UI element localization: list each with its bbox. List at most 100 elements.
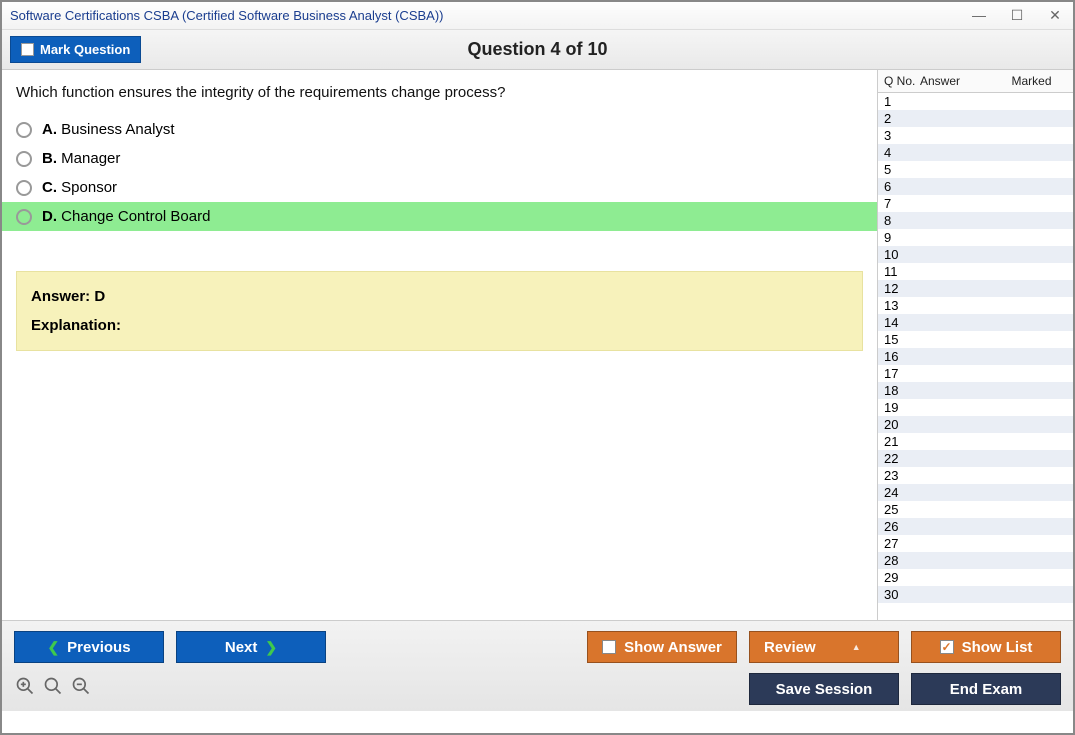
- chevron-right-icon: ❯: [265, 639, 277, 656]
- question-list-row[interactable]: 15: [878, 331, 1073, 348]
- qrow-number: 14: [878, 315, 920, 330]
- qrow-number: 3: [878, 128, 920, 143]
- question-list-panel: Q No. Answer Marked 12345678910111213141…: [877, 70, 1073, 620]
- qrow-number: 18: [878, 383, 920, 398]
- zoom-in-icon[interactable]: [14, 676, 36, 702]
- answer-box: Answer: D Explanation:: [16, 271, 863, 351]
- option-d[interactable]: D. Change Control Board: [2, 202, 877, 231]
- mark-question-label: Mark Question: [40, 42, 130, 57]
- qrow-number: 17: [878, 366, 920, 381]
- mark-question-button[interactable]: Mark Question: [10, 36, 141, 63]
- question-list-row[interactable]: 12: [878, 280, 1073, 297]
- question-list-row[interactable]: 10: [878, 246, 1073, 263]
- previous-button[interactable]: ❮ Previous: [14, 631, 164, 663]
- show-list-label: Show List: [962, 639, 1033, 656]
- option-c[interactable]: C. Sponsor: [2, 173, 877, 202]
- qrow-number: 20: [878, 417, 920, 432]
- next-label: Next: [225, 639, 258, 656]
- minimize-icon[interactable]: —: [969, 7, 989, 24]
- option-text: Business Analyst: [61, 121, 174, 138]
- question-list-row[interactable]: 13: [878, 297, 1073, 314]
- qrow-number: 8: [878, 213, 920, 228]
- question-list-row[interactable]: 27: [878, 535, 1073, 552]
- qrow-number: 19: [878, 400, 920, 415]
- qrow-number: 30: [878, 587, 920, 602]
- question-list-row[interactable]: 26: [878, 518, 1073, 535]
- qrow-number: 6: [878, 179, 920, 194]
- review-label: Review: [764, 639, 816, 656]
- question-list-row[interactable]: 28: [878, 552, 1073, 569]
- qrow-number: 12: [878, 281, 920, 296]
- dropdown-icon: ▲: [852, 642, 861, 652]
- question-list-row[interactable]: 7: [878, 195, 1073, 212]
- question-list-row[interactable]: 21: [878, 433, 1073, 450]
- question-list-row[interactable]: 24: [878, 484, 1073, 501]
- question-list-row[interactable]: 20: [878, 416, 1073, 433]
- zoom-out-icon[interactable]: [70, 676, 92, 702]
- option-label: D. Change Control Board: [42, 208, 210, 225]
- header-qno: Q No.: [878, 74, 920, 88]
- end-exam-button[interactable]: End Exam: [911, 673, 1061, 705]
- question-list-row[interactable]: 3: [878, 127, 1073, 144]
- show-answer-button[interactable]: Show Answer: [587, 631, 737, 663]
- question-list-row[interactable]: 29: [878, 569, 1073, 586]
- question-list-row[interactable]: 22: [878, 450, 1073, 467]
- close-icon[interactable]: ✕: [1045, 7, 1065, 24]
- qrow-number: 11: [878, 264, 920, 279]
- window-titlebar: Software Certifications CSBA (Certified …: [2, 2, 1073, 30]
- question-list-row[interactable]: 9: [878, 229, 1073, 246]
- question-list-row[interactable]: 11: [878, 263, 1073, 280]
- question-list-row[interactable]: 19: [878, 399, 1073, 416]
- option-b[interactable]: B. Manager: [2, 144, 877, 173]
- qrow-number: 10: [878, 247, 920, 262]
- option-text: Manager: [61, 150, 120, 167]
- header-answer: Answer: [920, 74, 990, 88]
- question-counter: Question 4 of 10: [2, 39, 1073, 60]
- top-toolbar: Mark Question Question 4 of 10: [2, 30, 1073, 70]
- question-panel: Which function ensures the integrity of …: [2, 70, 877, 620]
- question-list-scroll[interactable]: 1234567891011121314151617181920212223242…: [878, 93, 1073, 620]
- option-label: C. Sponsor: [42, 179, 117, 196]
- qrow-number: 25: [878, 502, 920, 517]
- option-text: Change Control Board: [61, 208, 210, 225]
- question-list-row[interactable]: 30: [878, 586, 1073, 603]
- question-list-row[interactable]: 8: [878, 212, 1073, 229]
- show-answer-label: Show Answer: [624, 639, 722, 656]
- question-list-row[interactable]: 17: [878, 365, 1073, 382]
- option-letter: B.: [42, 150, 57, 167]
- question-list-row[interactable]: 14: [878, 314, 1073, 331]
- header-marked: Marked: [990, 74, 1073, 88]
- question-list-row[interactable]: 18: [878, 382, 1073, 399]
- radio-icon: [16, 151, 32, 167]
- radio-icon: [16, 180, 32, 196]
- answer-line: Answer: D: [31, 288, 848, 305]
- qrow-number: 23: [878, 468, 920, 483]
- window-title: Software Certifications CSBA (Certified …: [10, 8, 969, 23]
- zoom-reset-icon[interactable]: [42, 676, 64, 702]
- question-list-row[interactable]: 16: [878, 348, 1073, 365]
- next-button[interactable]: Next ❯: [176, 631, 326, 663]
- show-answer-checkbox-icon: [602, 640, 616, 654]
- footer-row-1: ❮ Previous Next ❯ Show Answer Review ▲ ✓…: [14, 631, 1061, 663]
- option-label: A. Business Analyst: [42, 121, 175, 138]
- question-list-row[interactable]: 4: [878, 144, 1073, 161]
- option-a[interactable]: A. Business Analyst: [2, 115, 877, 144]
- qrow-number: 26: [878, 519, 920, 534]
- question-list-row[interactable]: 25: [878, 501, 1073, 518]
- qrow-number: 28: [878, 553, 920, 568]
- option-text: Sponsor: [61, 179, 117, 196]
- chevron-left-icon: ❮: [47, 639, 59, 656]
- maximize-icon[interactable]: ☐: [1007, 7, 1027, 24]
- save-session-button[interactable]: Save Session: [749, 673, 899, 705]
- review-button[interactable]: Review ▲: [749, 631, 899, 663]
- question-list-row[interactable]: 23: [878, 467, 1073, 484]
- question-list-row[interactable]: 1: [878, 93, 1073, 110]
- question-list-row[interactable]: 2: [878, 110, 1073, 127]
- question-list-row[interactable]: 5: [878, 161, 1073, 178]
- qrow-number: 5: [878, 162, 920, 177]
- end-exam-label: End Exam: [950, 681, 1023, 698]
- show-list-button[interactable]: ✓ Show List: [911, 631, 1061, 663]
- question-text: Which function ensures the integrity of …: [2, 84, 877, 115]
- question-list-row[interactable]: 6: [878, 178, 1073, 195]
- qrow-number: 27: [878, 536, 920, 551]
